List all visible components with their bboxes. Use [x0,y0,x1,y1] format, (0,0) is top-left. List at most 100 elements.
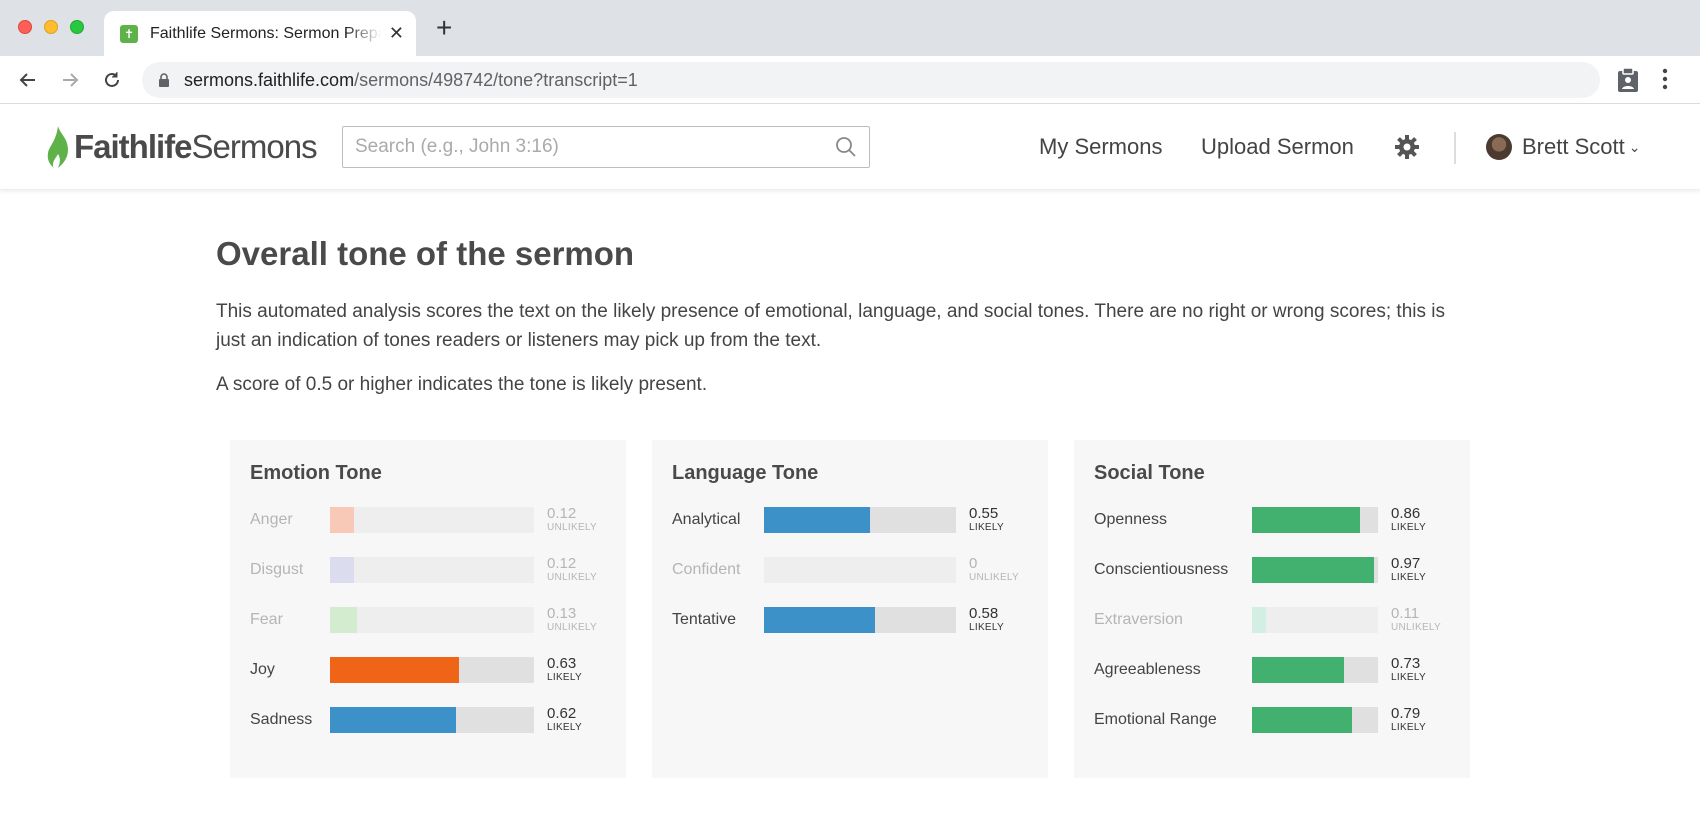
tone-bar-fill [764,507,870,533]
tone-bar-fill [1252,507,1361,533]
tone-bar [330,607,534,633]
tone-row: Analytical 0.55 LIKELY [672,495,1028,545]
score-value: 0.86 [1391,504,1421,522]
flame-logo-icon [47,126,68,168]
card-title: Social Tone [1094,462,1205,484]
close-window-button[interactable] [18,20,32,34]
score-value: 0.11 [1391,604,1420,622]
main-content: Overall tone of the sermon This automate… [216,190,1476,778]
minimize-window-button[interactable] [44,20,58,34]
tone-bar [764,507,956,533]
card-title: Emotion Tone [250,462,382,484]
description: This automated analysis scores the text … [216,301,1445,351]
tone-bar-fill [330,507,355,533]
tone-row: Conscientiousness 0.97 LIKELY [1094,545,1450,595]
tone-bar [330,657,534,683]
score-value: 0 [969,554,978,572]
tone-label: Conscientiousness [1094,561,1229,578]
page-title: Overall tone of the sermon [216,235,635,272]
tone-score: 0.12 UNLIKELY [547,556,597,585]
tone-score: 0.55 LIKELY [969,506,1004,535]
score-verdict: LIKELY [547,721,582,733]
logo-text-faithlife: Faithlife [74,128,193,165]
tone-row: Confident 0 UNLIKELY [672,545,1028,595]
tone-row: Openness 0.86 LIKELY [1094,495,1450,545]
score-value: 0.12 [547,504,577,522]
site-header: FaithlifeSermons My Sermons Upload Sermo… [0,104,1700,190]
score-value: 0.73 [1391,654,1421,672]
tone-label: Joy [250,661,275,678]
tone-row: Tentative 0.58 LIKELY [672,595,1028,645]
tone-label: Emotional Range [1094,711,1217,728]
score-verdict: UNLIKELY [547,571,598,583]
tone-label: Analytical [672,511,741,528]
tone-bar-fill [764,607,876,633]
zoom-window-button[interactable] [70,20,84,34]
score-value: 0.79 [1391,704,1421,722]
tone-bar-fill [330,657,459,683]
threshold-note: A score of 0.5 or higher indicates the t… [216,374,708,395]
reload-icon[interactable] [100,68,124,92]
tone-cards: Emotion Tone Anger 0.12 UNLIKELY Disgust 0.1… [230,440,1470,778]
tone-score: 0.73 LIKELY [1391,656,1426,685]
url-host: sermons.faithlife.com [184,69,355,90]
score-value: 0.97 [1391,554,1421,572]
user-name: Brett Scott [1522,134,1625,159]
tone-row: Emotional Range 0.79 LIKELY [1094,695,1450,745]
score-verdict: LIKELY [1391,721,1426,733]
tone-bar-fill [330,707,457,733]
tone-bar [1252,657,1378,683]
tone-label: Disgust [250,561,304,578]
back-arrow-icon[interactable] [16,68,40,92]
tone-row: Agreeableness 0.73 LIKELY [1094,645,1450,695]
tone-bar-fill [1252,657,1344,683]
forward-arrow-icon[interactable] [58,68,82,92]
score-verdict: LIKELY [969,621,1004,633]
tone-label: Anger [250,511,293,528]
tone-bar [330,707,534,733]
tone-bar-fill [1252,557,1375,583]
browser-tab[interactable]: ✝ Faithlife Sermons: Sermon Preparation … [104,11,416,56]
score-verdict: LIKELY [1391,671,1426,683]
tone-bar [764,557,956,583]
search-input[interactable] [355,136,835,158]
tab-close-icon[interactable]: ✕ [389,23,404,44]
tone-label: Openness [1094,511,1167,528]
score-verdict: LIKELY [547,671,582,683]
tab-title: Faithlife Sermons: Sermon Preparation [150,24,381,42]
tone-score: 0.11 UNLIKELY [1391,606,1441,635]
search-box[interactable] [342,126,870,168]
tone-score: 0.63 LIKELY [547,656,582,685]
tone-label: Agreeableness [1094,661,1201,678]
gear-icon[interactable] [1394,134,1420,165]
score-verdict: LIKELY [969,521,1004,533]
score-verdict: UNLIKELY [1391,621,1442,633]
tone-label: Confident [672,561,741,578]
faithlife-sermons-logo[interactable]: Faithlife Sermons [46,126,318,168]
tone-row: Anger 0.12 UNLIKELY [250,495,606,545]
address-bar[interactable]: sermons.faithlife.com/sermons/498742/ton… [142,62,1600,98]
clipboard-extension-icon[interactable] [1616,67,1640,98]
tone-bar-fill [330,607,357,633]
tone-bar-fill [1252,607,1266,633]
tone-bar [330,507,534,533]
score-value: 0.13 [547,604,577,622]
tone-row: Sadness 0.62 LIKELY [250,695,606,745]
upload-sermon-link[interactable]: Upload Sermon [1201,134,1354,160]
search-icon[interactable] [835,136,857,158]
new-tab-icon[interactable]: + [436,14,452,42]
tone-row: Disgust 0.12 UNLIKELY [250,545,606,595]
user-menu[interactable]: Brett Scott ⌄ [1486,134,1640,160]
tone-row: Joy 0.63 LIKELY [250,645,606,695]
logo-text-sermons: Sermons [191,128,318,165]
tone-score: 0.62 LIKELY [547,706,582,735]
score-value: 0.58 [969,604,999,622]
score-value: 0.62 [547,704,577,722]
my-sermons-link[interactable]: My Sermons [1039,134,1162,160]
tone-bar [1252,707,1378,733]
browser-menu-icon[interactable] [1662,68,1668,95]
tone-row: Extraversion 0.11 UNLIKELY [1094,595,1450,645]
tone-bar [330,557,534,583]
score-value: 0.12 [547,554,577,572]
emotion-tone-card: Emotion Tone Anger 0.12 UNLIKELY Disgust 0.1… [230,440,626,778]
